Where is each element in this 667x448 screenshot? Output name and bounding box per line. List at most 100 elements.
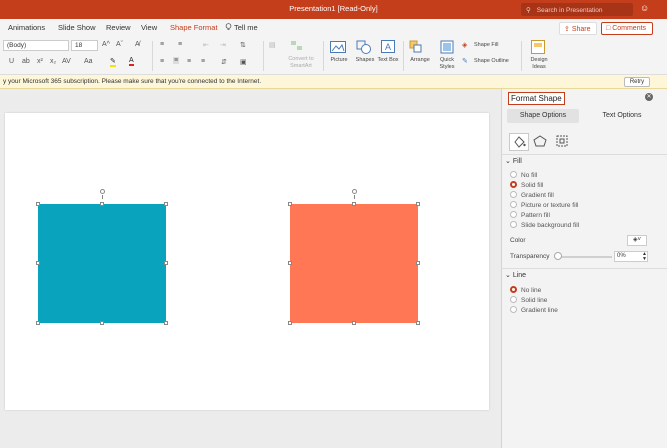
radio-button[interactable] <box>510 296 517 303</box>
smartart-icon[interactable] <box>290 40 304 52</box>
transparency-input[interactable]: 0% ▲ ▼ <box>614 251 648 262</box>
line-section-header[interactable]: ⌄ Line <box>505 269 659 281</box>
tab-animations[interactable]: Animations <box>8 23 45 32</box>
tab-view[interactable]: View <box>141 23 157 32</box>
shapes-icon[interactable] <box>356 40 372 54</box>
person-icon[interactable]: ☺ <box>640 3 649 13</box>
tab-tell-me[interactable]: Tell me <box>225 23 258 32</box>
resize-handle[interactable] <box>352 202 356 206</box>
pentagon-icon[interactable] <box>531 133 551 151</box>
radio-button[interactable] <box>510 181 517 188</box>
radio-solid-fill[interactable]: Solid fill <box>510 181 543 191</box>
radio-picture-fill[interactable]: Picture or texture fill <box>510 201 578 211</box>
resize-handle[interactable] <box>100 321 104 325</box>
radio-no-line[interactable]: No line <box>510 286 541 296</box>
textbox-icon[interactable]: A <box>381 40 395 53</box>
share-button[interactable]: ⇪ Share <box>559 22 597 35</box>
resize-handle[interactable] <box>288 202 292 206</box>
radio-gradient-fill[interactable]: Gradient fill <box>510 191 554 201</box>
clear-format-icon[interactable]: A̸ <box>135 41 140 48</box>
font-name-box[interactable]: (Body) <box>3 40 69 51</box>
numbering-icon[interactable]: ≡ <box>178 41 182 48</box>
radio-slide-background-fill[interactable]: Slide background fill <box>510 221 579 231</box>
resize-handle[interactable] <box>352 321 356 325</box>
picture-icon[interactable] <box>330 41 346 53</box>
font-color-icon[interactable]: A <box>129 57 134 66</box>
radio-button[interactable] <box>510 191 517 198</box>
underline-icon[interactable]: U <box>9 58 14 65</box>
increase-indent-icon[interactable]: ⇥ <box>220 41 226 49</box>
size-properties-icon[interactable] <box>553 133 573 151</box>
tab-text-options[interactable]: Text Options <box>586 109 658 123</box>
radio-button[interactable] <box>510 221 517 228</box>
radio-gradient-line[interactable]: Gradient line <box>510 306 558 316</box>
change-case-icon[interactable]: Aa <box>84 58 93 65</box>
highlight-icon[interactable]: ✎ <box>110 57 116 67</box>
resize-handle[interactable] <box>416 321 420 325</box>
align-text-icon[interactable]: ▣ <box>240 58 247 66</box>
line-spacing-icon[interactable]: ⇅ <box>240 41 246 49</box>
rotation-handle[interactable] <box>352 189 357 194</box>
resize-handle[interactable] <box>164 321 168 325</box>
shape-fill-label[interactable]: Shape Fill <box>474 42 498 49</box>
align-left-icon[interactable]: ≡ <box>160 58 164 65</box>
shape-outline-label[interactable]: Shape Outline <box>474 58 509 65</box>
arrange-icon[interactable] <box>409 40 423 54</box>
columns-icon[interactable]: ▤ <box>269 41 276 49</box>
tab-slide-show[interactable]: Slide Show <box>58 23 96 32</box>
tab-review[interactable]: Review <box>106 23 131 32</box>
coral-rectangle[interactable] <box>290 204 418 323</box>
tab-shape-format[interactable]: Shape Format <box>170 23 218 32</box>
design-ideas-icon[interactable] <box>531 40 545 54</box>
decrease-indent-icon[interactable]: ⇤ <box>203 41 209 49</box>
resize-handle[interactable] <box>416 261 420 265</box>
quick-styles-icon[interactable] <box>440 40 454 54</box>
resize-handle[interactable] <box>288 261 292 265</box>
retry-button[interactable]: Retry <box>624 77 650 87</box>
transparency-slider-track[interactable] <box>554 256 612 258</box>
radio-button[interactable] <box>510 211 517 218</box>
convert-smartart-label[interactable]: Convert to SmartArt <box>282 56 320 69</box>
transparency-slider-thumb[interactable] <box>554 252 562 260</box>
fill-section-header[interactable]: ⌄ Fill <box>505 155 659 167</box>
grow-font-icon[interactable]: A^ <box>102 41 110 48</box>
resize-handle[interactable] <box>100 202 104 206</box>
resize-handle[interactable] <box>164 261 168 265</box>
radio-button[interactable] <box>510 306 517 313</box>
radio-button[interactable] <box>510 286 517 293</box>
shrink-font-icon[interactable]: Aˇ <box>116 41 123 48</box>
radio-pattern-fill[interactable]: Pattern fill <box>510 211 550 221</box>
resize-handle[interactable] <box>36 321 40 325</box>
justify-icon[interactable]: ≡ <box>201 58 205 65</box>
radio-solid-line[interactable]: Solid line <box>510 296 547 306</box>
tab-shape-options[interactable]: Shape Options <box>507 109 579 123</box>
teal-rectangle[interactable] <box>38 204 166 323</box>
radio-no-fill[interactable]: No fill <box>510 171 537 181</box>
search-box[interactable]: ⚲ Search in Presentation <box>521 3 633 16</box>
align-center-icon[interactable]: ≡ <box>173 57 180 64</box>
resize-handle[interactable] <box>36 202 40 206</box>
strikethrough-icon[interactable]: ab <box>22 58 30 65</box>
rotation-handle[interactable] <box>100 189 105 194</box>
fill-bucket-icon[interactable]: ◈ <box>462 41 467 49</box>
text-direction-icon[interactable]: ⇵ <box>221 58 227 66</box>
resize-handle[interactable] <box>288 321 292 325</box>
close-icon[interactable]: ✕ <box>645 93 653 101</box>
font-size-box[interactable]: 18 <box>71 40 98 51</box>
fill-bucket-icon[interactable] <box>509 133 529 151</box>
character-spacing-icon[interactable]: AV <box>62 58 71 65</box>
color-picker-button[interactable]: ◈˅ <box>627 235 647 246</box>
align-right-icon[interactable]: ≡ <box>187 58 191 65</box>
resize-handle[interactable] <box>164 202 168 206</box>
radio-button[interactable] <box>510 171 517 178</box>
stepper-icon[interactable]: ▲ ▼ <box>642 252 647 262</box>
bullets-icon[interactable]: ≡ <box>160 41 164 48</box>
resize-handle[interactable] <box>416 202 420 206</box>
slide-canvas[interactable] <box>5 113 489 410</box>
superscript-icon[interactable]: x² <box>37 58 43 65</box>
outline-pen-icon[interactable]: ✎ <box>462 57 468 65</box>
radio-button[interactable] <box>510 201 517 208</box>
comments-button[interactable]: □ Comments <box>601 22 653 35</box>
subscript-icon[interactable]: x₂ <box>50 58 56 65</box>
resize-handle[interactable] <box>36 261 40 265</box>
